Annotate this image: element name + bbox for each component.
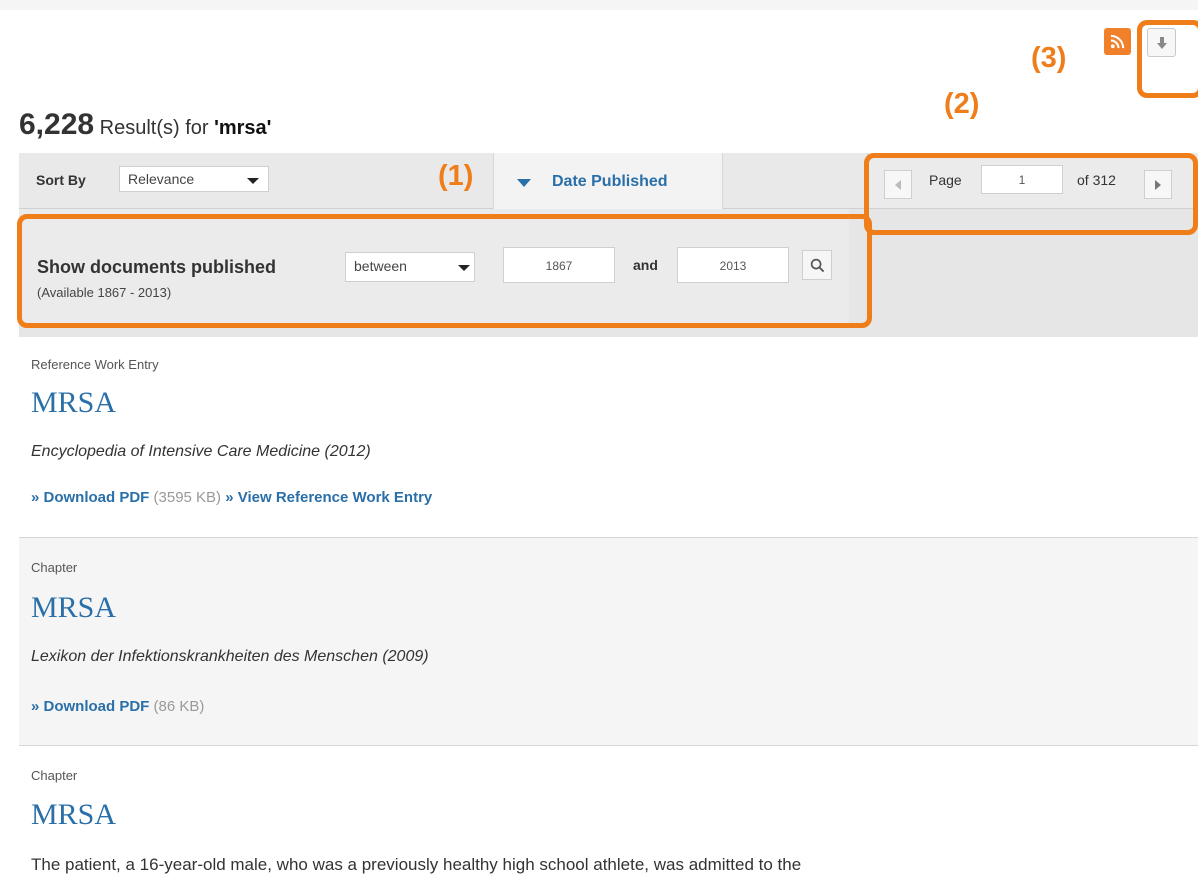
result-links: » Download PDF (86 KB) <box>31 698 204 715</box>
result-item: Chapter MRSA The patient, a 16-year-old … <box>19 746 1198 893</box>
annotation-2: (2) <box>944 88 980 120</box>
file-size: (3595 KB) <box>153 489 222 506</box>
annotation-box-3 <box>1137 20 1198 98</box>
result-item: Chapter MRSA Lexikon der Infektionskrank… <box>19 538 1198 745</box>
download-pdf-link[interactable]: » Download PDF <box>31 489 149 506</box>
sort-value: Relevance <box>128 171 195 187</box>
tab-date-published[interactable]: Date Published <box>493 153 723 209</box>
annotation-1: (1) <box>438 160 474 192</box>
result-title-link[interactable]: MRSA <box>31 591 116 625</box>
file-size: (86 KB) <box>153 698 205 715</box>
result-title-link[interactable]: MRSA <box>31 386 116 420</box>
view-entry-link[interactable]: » View Reference Work Entry <box>225 489 432 506</box>
results-query: 'mrsa' <box>214 117 272 139</box>
caret-down-icon <box>517 179 531 187</box>
rss-button[interactable] <box>1104 28 1131 55</box>
result-source: Encyclopedia of Intensive Care Medicine … <box>31 443 371 460</box>
tab-date-published-label: Date Published <box>552 173 668 190</box>
chevron-down-icon <box>247 178 259 184</box>
results-heading: 6,228 Result(s) for 'mrsa' <box>19 108 271 142</box>
sort-select[interactable]: Relevance <box>119 166 269 192</box>
result-snippet: The patient, a 16-year-old male, who was… <box>31 855 802 874</box>
rss-icon <box>1110 34 1125 49</box>
annotation-box-2 <box>864 153 1198 235</box>
result-title-link[interactable]: MRSA <box>31 798 116 832</box>
result-type: Reference Work Entry <box>31 357 159 372</box>
result-source: Lexikon der Infektionskrankheiten des Me… <box>31 648 429 665</box>
annotation-3: (3) <box>1031 42 1067 74</box>
top-strip <box>0 0 1198 10</box>
result-type: Chapter <box>31 560 78 575</box>
result-type: Chapter <box>31 768 78 783</box>
result-links: » Download PDF (3595 KB) » View Referenc… <box>31 489 432 506</box>
results-label: Result(s) for <box>99 117 209 139</box>
result-item: Reference Work Entry MRSA Encyclopedia o… <box>19 340 1198 537</box>
download-pdf-link[interactable]: » Download PDF <box>31 698 149 715</box>
annotation-box-1 <box>17 214 872 328</box>
sort-label: Sort By <box>36 172 86 188</box>
results-count: 6,228 <box>19 108 95 141</box>
